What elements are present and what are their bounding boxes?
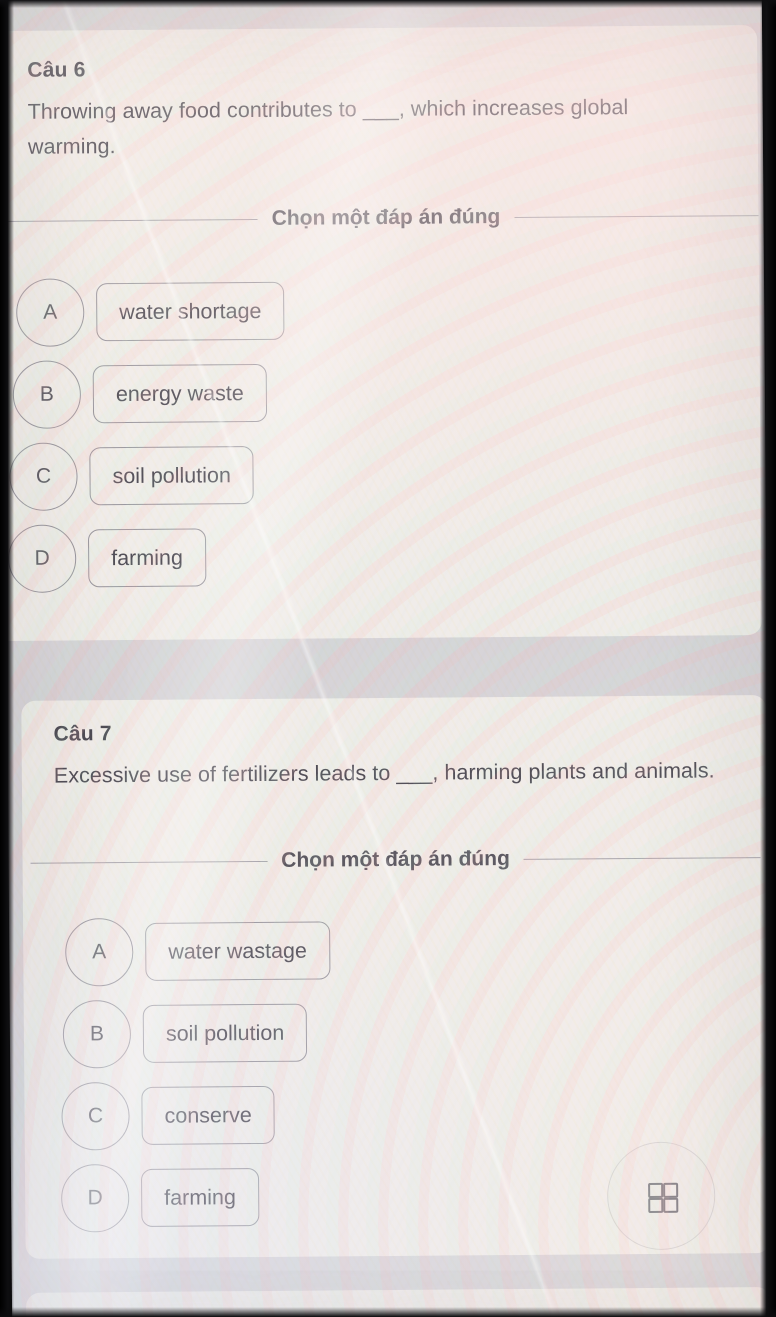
question-6-options: A water shortage B energy waste C soil p… [6,277,287,607]
question-6-instruction-label: Chọn một đáp án đúng [271,205,501,230]
phone-bezel-top [0,0,776,8]
option-row-a[interactable]: A water shortage [15,277,285,347]
option-key-c[interactable]: C [61,1082,130,1151]
question-6-instruction-row: Chọn một đáp án đúng [3,203,762,233]
phone-photo-screenshot: Câu 6 Throwing away food contributes to … [0,0,776,1317]
grid-icon-cell [648,1197,664,1213]
option-row-b[interactable]: B energy waste [12,359,286,429]
phone-bezel-right [760,0,776,1317]
option-key-a[interactable]: A [65,918,134,987]
divider-right [514,214,762,218]
option-label-a[interactable]: water wastage [145,921,331,981]
phone-bezel-bottom [0,1307,776,1317]
option-key-a[interactable]: A [15,278,85,347]
option-key-d[interactable]: D [60,1164,130,1233]
question-6-heading: Câu 6 [27,58,86,82]
question-grid-button[interactable] [607,1142,715,1250]
option-label-d[interactable]: farming [140,1168,260,1227]
question-7-instruction-row: Chọn một đáp án đúng [30,845,761,875]
grid-icon-cell [663,1197,679,1213]
option-label-c[interactable]: soil pollution [89,446,255,506]
grid-icon [648,1182,679,1213]
option-label-b[interactable]: soil pollution [142,1003,308,1063]
option-row-d[interactable]: D farming [60,1162,332,1233]
option-key-b[interactable]: B [12,360,82,429]
option-key-d[interactable]: D [7,524,77,593]
option-label-d[interactable]: farming [87,528,207,588]
question-6-prompt: Throwing away food contributes to ___, w… [27,95,629,159]
option-label-a[interactable]: water shortage [96,281,285,342]
divider-right [523,856,761,860]
question-7-heading: Câu 7 [53,722,112,746]
option-row-a[interactable]: A water wastage [65,916,331,987]
grid-icon-cell [663,1182,679,1198]
option-row-c[interactable]: C conserve [61,1080,331,1151]
question-7-prompt: Excessive use of fertilizers leads to __… [53,758,715,788]
option-key-c[interactable]: C [9,442,78,511]
option-row-c[interactable]: C soil pollution [9,441,286,511]
option-row-d[interactable]: D farming [7,523,287,593]
grid-icon-cell [648,1182,664,1198]
question-7-options: A water wastage B soil pollution C conse… [59,916,332,1246]
question-card-6: Câu 6 Throwing away food contributes to … [1,25,762,642]
option-label-b[interactable]: energy waste [92,363,267,424]
phone-bezel-left [0,0,14,1317]
divider-left [3,218,258,222]
phone-display: Câu 6 Throwing away food contributes to … [1,0,773,1317]
option-row-b[interactable]: B soil pollution [62,998,331,1069]
option-label-c[interactable]: conserve [141,1085,276,1145]
divider-left [30,860,268,864]
question-7-instruction-label: Chọn một đáp án đúng [281,847,510,872]
option-key-b[interactable]: B [62,1000,132,1069]
